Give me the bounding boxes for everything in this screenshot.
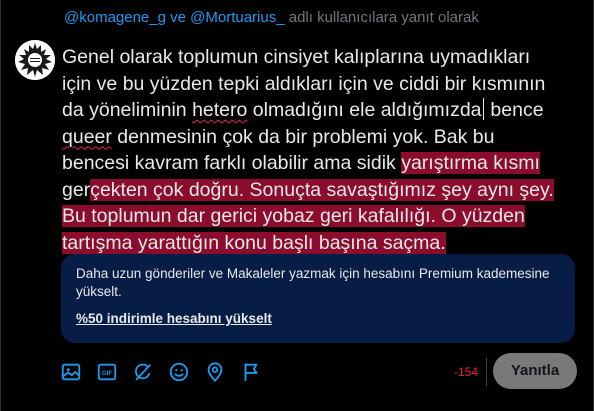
compose-line: için ve bu yüzden tepki aldıkları için v… <box>62 71 582 98</box>
reply-mentions[interactable]: @komagene_g ve @Mortuarius_ <box>64 9 285 26</box>
overflow-text: tartışma yarattığın konu başlı başına sa… <box>62 231 446 254</box>
character-counter: -154 <box>454 365 479 379</box>
compose-textarea[interactable]: Genel olarak toplumun cinsiyet kalıpları… <box>62 44 582 256</box>
compose-text: bencesi kavram farklı olabilir ama sidik <box>62 152 402 174</box>
compose-line: gerçekten çok doğru. Sonuçta savaştığımı… <box>62 177 582 204</box>
compose-text: için ve bu yüzden tepki aldıkları için v… <box>62 72 546 95</box>
left-border <box>0 0 1 411</box>
reply-context-suffix: adlı kullanıcılara yanıt olarak <box>288 9 479 26</box>
overflow-text: çekten çok doğru. Sonuçta savaştığımız ş… <box>90 178 554 201</box>
compose-line: Genel olarak toplumun cinsiyet kalıpları… <box>62 44 582 71</box>
text-cursor <box>482 98 485 120</box>
compose-text: olmadığını ele aldığımızda <box>247 99 482 121</box>
compose-text: da yöneliminin <box>62 99 193 121</box>
misspelled-word: queer <box>62 125 112 148</box>
overflow-text: yarıştırma kısmı <box>401 152 540 174</box>
compose-line: bencesi kavram farklı olabilir ama sidik… <box>62 150 582 177</box>
compose-line: da yöneliminin hetero olmadığını ele ald… <box>62 97 582 124</box>
grok-icon[interactable] <box>132 361 154 383</box>
image-icon[interactable] <box>60 361 82 383</box>
avatar-image <box>15 40 55 80</box>
schedule-icon[interactable] <box>240 361 262 383</box>
avatar[interactable] <box>15 40 55 80</box>
toolbar-divider <box>486 358 487 386</box>
location-icon[interactable] <box>204 361 226 383</box>
compose-line: tartışma yarattığın konu başlı başına sa… <box>62 230 582 257</box>
compose-line: Bu toplumun dar gerici yobaz geri kafalı… <box>62 203 582 230</box>
premium-upgrade-link[interactable]: %50 indirimle hesabını yükselt <box>76 311 272 326</box>
compose-line: queer denmesinin çok da bir problemi yok… <box>62 124 582 151</box>
misspelled-word: hetero <box>192 99 248 121</box>
reply-context: @komagene_g ve @Mortuarius_ adlı kullanı… <box>64 9 479 26</box>
premium-message: Daha uzun gönderiler ve Makaleler yazmak… <box>76 266 550 299</box>
svg-text:GIF: GIF <box>102 371 112 377</box>
reply-button[interactable]: Yanıtla <box>493 353 577 389</box>
overflow-text: Bu toplumun dar gerici yobaz geri kafalı… <box>62 205 525 227</box>
compose-text: bence <box>485 99 544 121</box>
compose-text: denmesinin çok da bir problemi yok. Bak … <box>111 125 495 148</box>
premium-upsell-card: Daha uzun gönderiler ve Makaleler yazmak… <box>61 254 575 343</box>
compose-text: ger <box>62 178 91 201</box>
gif-icon[interactable]: GIF <box>96 361 118 383</box>
compose-text: Genel olarak toplumun cinsiyet kalıpları… <box>62 46 531 68</box>
emoji-icon[interactable] <box>168 361 190 383</box>
